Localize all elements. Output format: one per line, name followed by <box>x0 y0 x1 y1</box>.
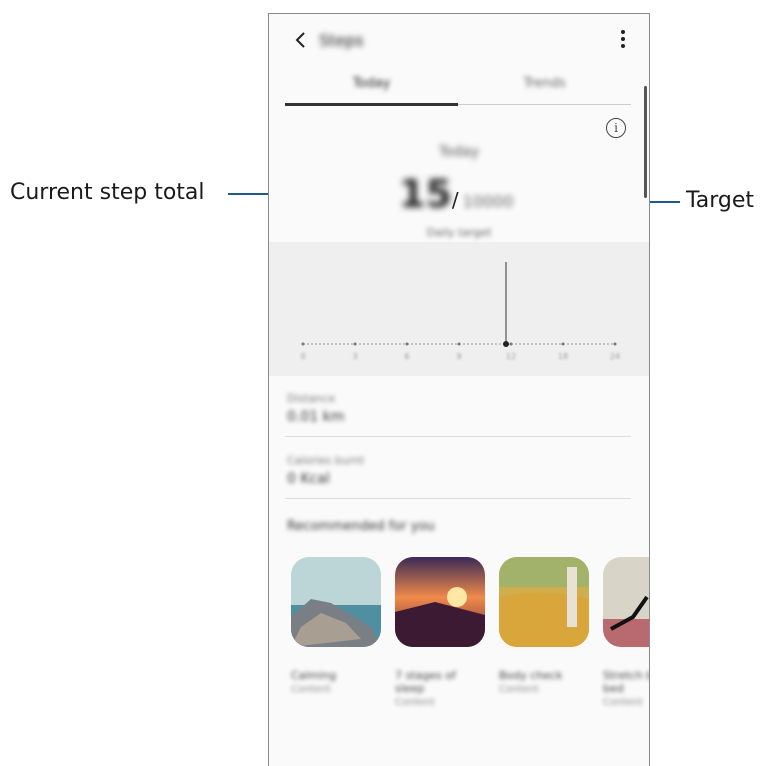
tab-today[interactable]: Today <box>285 76 458 91</box>
distance-value: 0.01 km <box>287 409 345 425</box>
calories-stat: Calories burnt 0 Kcal <box>287 454 631 487</box>
tab-bar: Today Trends <box>285 76 631 106</box>
card-title: Stretch before bed <box>603 669 649 695</box>
distance-stat: Distance 0.01 km <box>287 392 631 425</box>
recommendation-card[interactable]: 7 stages of sleep Content <box>395 557 485 708</box>
tab-indicator <box>285 103 458 106</box>
back-arrow-icon[interactable] <box>289 28 313 52</box>
app-bar: Steps <box>269 14 649 70</box>
recommendation-card[interactable]: Body check Content <box>499 557 589 695</box>
card-title: Body check <box>499 669 563 682</box>
timeline-tick-label: 0 <box>300 352 305 361</box>
tab-trends[interactable]: Trends <box>458 76 631 91</box>
timeline-tick-label: 24 <box>610 352 620 361</box>
card-image-stretch <box>603 557 649 647</box>
timeline-tick <box>561 342 565 346</box>
card-image-sunset <box>395 557 485 647</box>
card-image-field <box>499 557 589 647</box>
timeline-tick <box>457 342 461 346</box>
more-vertical-icon[interactable] <box>619 30 627 52</box>
step-count-row: 15/10000 <box>399 172 514 216</box>
recommendation-card[interactable]: Stretch before bed Content <box>603 557 649 708</box>
timeline-tick-label: 9 <box>456 352 461 361</box>
period-label: Today <box>438 144 480 160</box>
distance-label: Distance <box>287 392 336 405</box>
timeline-tick <box>613 342 617 346</box>
page-title: Steps <box>319 31 364 50</box>
phone-screen: Steps Today Trends i Today 15/10000 Dail… <box>268 13 650 766</box>
card-title: Calming <box>291 669 337 682</box>
timeline-tick <box>353 342 357 346</box>
divider <box>285 498 631 499</box>
timeline-tick <box>509 342 513 346</box>
timeline-tick-label: 3 <box>352 352 357 361</box>
calories-label: Calories burnt <box>287 454 365 467</box>
timeline-marker-dot <box>503 341 509 347</box>
timeline-tick <box>301 342 305 346</box>
divider <box>285 436 631 437</box>
timeline-svg: 0 3 6 9 12 18 24 <box>300 262 620 361</box>
recommendation-card[interactable]: Calming Content <box>291 557 381 695</box>
step-timeline-chart: 0 3 6 9 12 18 24 <box>269 242 649 376</box>
card-subtitle: Content <box>603 697 643 708</box>
target-sub-label: Daily target <box>426 226 492 239</box>
callout-current-step-total: Current step total <box>10 180 205 205</box>
timeline-tick <box>405 342 409 346</box>
timeline-tick-label: 12 <box>506 352 516 361</box>
steps-separator: / <box>451 188 459 212</box>
card-image-rocks <box>291 557 381 647</box>
timeline-tick-label: 18 <box>558 352 568 361</box>
callout-target: Target <box>686 188 755 213</box>
step-target: 10000 <box>462 192 514 211</box>
card-subtitle: Content <box>499 684 539 695</box>
info-icon[interactable]: i <box>606 118 626 138</box>
card-title: 7 stages of sleep <box>395 669 456 695</box>
timeline-tick-label: 6 <box>404 352 409 361</box>
recommended-title: Recommended for you <box>287 519 435 534</box>
calories-value: 0 Kcal <box>287 471 330 487</box>
current-step-total: 15 <box>399 172 452 216</box>
card-subtitle: Content <box>291 684 331 695</box>
scrollbar[interactable] <box>644 86 647 198</box>
card-subtitle: Content <box>395 697 435 708</box>
